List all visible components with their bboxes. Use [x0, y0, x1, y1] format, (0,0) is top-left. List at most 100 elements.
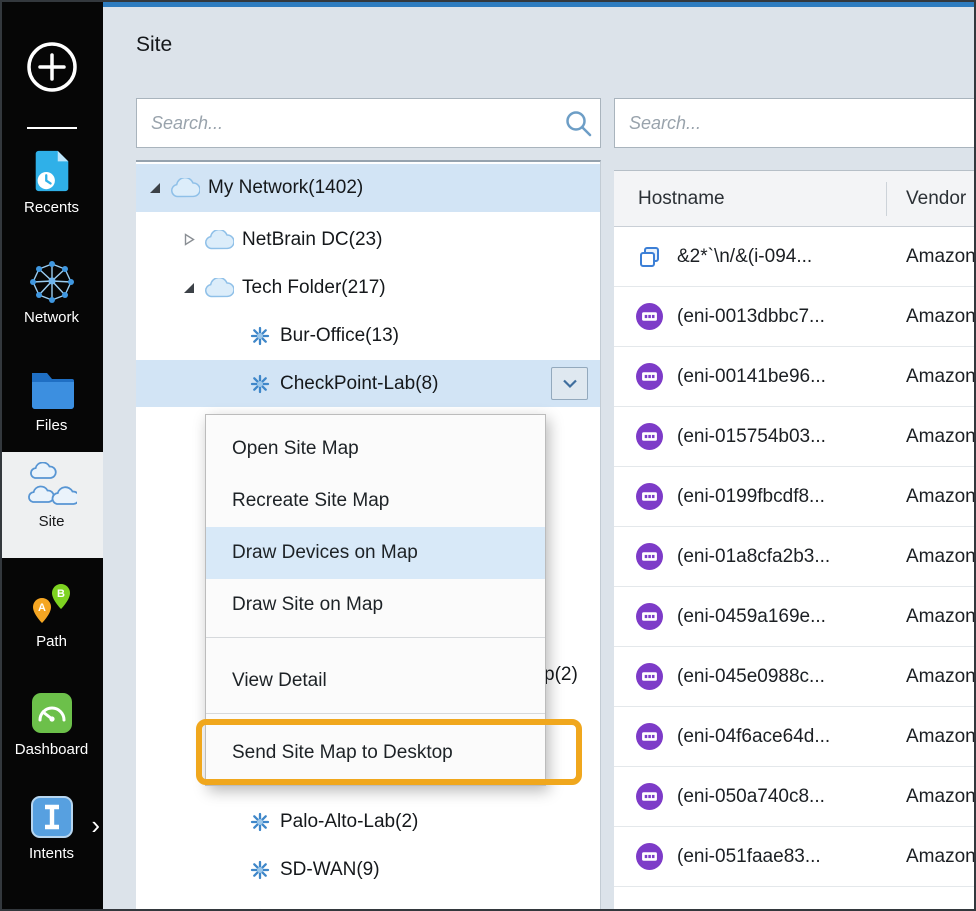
- collapse-arrow-icon[interactable]: [180, 233, 198, 246]
- tree-item-netbrain-dc[interactable]: NetBrain DC(23): [136, 216, 600, 263]
- table-row[interactable]: (eni-0459a169e... Amazon: [614, 587, 976, 647]
- hostname-cell: (eni-01a8cfa2b3...: [677, 545, 831, 567]
- intents-icon: [29, 792, 75, 842]
- hostname-cell: (eni-00141be96...: [677, 365, 826, 387]
- site-node-icon: [250, 374, 270, 394]
- column-header-hostname[interactable]: Hostname: [614, 188, 725, 210]
- vendor-cell: Amazon: [906, 845, 976, 867]
- interface-icon: [636, 783, 663, 810]
- site-context-menu: Open Site Map Recreate Site Map Draw Dev…: [205, 414, 546, 786]
- interface-icon: [636, 543, 663, 570]
- interface-icon: [636, 663, 663, 690]
- sidebar-item-dashboard[interactable]: Dashboard: [0, 688, 103, 784]
- vendor-cell: Amazon: [906, 365, 976, 387]
- menu-item-draw-devices-on-map[interactable]: Draw Devices on Map: [206, 527, 545, 579]
- menu-item-draw-site-on-map[interactable]: Draw Site on Map: [206, 579, 545, 631]
- site-search-input[interactable]: [137, 112, 556, 134]
- hostname-cell: (eni-050a740c8...: [677, 785, 825, 807]
- menu-item-open-site-map[interactable]: Open Site Map: [206, 423, 545, 475]
- vendor-cell: Amazon: [906, 725, 976, 747]
- expand-arrow-icon[interactable]: [180, 282, 198, 293]
- sidebar-item-label: Path: [36, 633, 67, 650]
- hostname-cell: (eni-04f6ace64d...: [677, 725, 831, 747]
- sidebar-item-files[interactable]: Files: [0, 364, 103, 460]
- app-window: Recents Network Files Site B A Path Dash…: [0, 0, 976, 911]
- cloud-icon: [170, 178, 200, 198]
- tree-item-label: CheckPoint-Lab(8): [280, 372, 439, 394]
- svg-text:A: A: [38, 602, 46, 614]
- svg-text:B: B: [57, 588, 65, 600]
- table-row[interactable]: (eni-015754b03... Amazon: [614, 407, 976, 467]
- path-icon: B A: [29, 580, 75, 630]
- tree-item-checkpoint-lab[interactable]: CheckPoint-Lab(8): [136, 360, 600, 407]
- table-row[interactable]: (eni-051faae83... Amazon: [614, 827, 976, 887]
- interface-icon: [636, 843, 663, 870]
- tree-item-label: NetBrain DC(23): [242, 228, 383, 250]
- sidebar-item-network[interactable]: Network: [0, 256, 103, 352]
- table-row[interactable]: (eni-04f6ace64d... Amazon: [614, 707, 976, 767]
- sidebar-item-label: Dashboard: [14, 741, 89, 758]
- sidebar: Recents Network Files Site B A Path Dash…: [0, 0, 103, 911]
- site-node-icon: [250, 326, 270, 346]
- site-dropdown-button[interactable]: [551, 367, 588, 400]
- menu-item-label: Recreate Site Map: [232, 490, 390, 511]
- tree-item-fragment[interactable]: p(2): [544, 664, 578, 686]
- hostname-cell: (eni-051faae83...: [677, 845, 821, 867]
- table-header-row: Hostname Vendor: [614, 171, 976, 227]
- search-icon[interactable]: [556, 108, 600, 138]
- menu-item-send-site-map-to-desktop[interactable]: Send Site Map to Desktop: [206, 727, 545, 779]
- device-search-box: [614, 98, 976, 148]
- tree-item-vmware[interactable]: VMware(147): [136, 894, 600, 911]
- vendor-cell: Amazon: [906, 425, 976, 447]
- tree-item-tech-folder[interactable]: Tech Folder(217): [136, 264, 600, 311]
- site-search-box: [136, 98, 601, 148]
- vendor-cell: Amazon: [906, 665, 976, 687]
- sidebar-item-label: Files: [35, 417, 68, 434]
- sidebar-item-path[interactable]: B A Path: [0, 580, 103, 676]
- table-row[interactable]: &2*`\n/&(i-094... Amazon: [614, 227, 976, 287]
- device-search-input[interactable]: [615, 112, 976, 134]
- tree-item-palo-alto-lab[interactable]: Palo-Alto-Lab(2): [136, 798, 600, 845]
- tree-item-label: Bur-Office(13): [280, 324, 399, 346]
- hostname-cell: (eni-015754b03...: [677, 425, 826, 447]
- add-button[interactable]: [25, 40, 79, 94]
- menu-item-label: Open Site Map: [232, 438, 359, 459]
- hostname-cell: (eni-0459a169e...: [677, 605, 826, 627]
- vendor-cell: Amazon: [906, 305, 976, 327]
- sidebar-item-label: Network: [23, 309, 79, 326]
- recents-icon: [30, 146, 74, 196]
- tree-item-label: Tech Folder(217): [242, 276, 386, 298]
- table-row[interactable]: (eni-0199fbcdf8... Amazon: [614, 467, 976, 527]
- chevron-right-icon[interactable]: ›: [91, 812, 100, 838]
- menu-item-label: Draw Devices on Map: [232, 542, 418, 563]
- tree-item-label: SD-WAN(9): [280, 858, 380, 880]
- table-row[interactable]: (eni-00141be96... Amazon: [614, 347, 976, 407]
- network-icon: [29, 256, 75, 306]
- menu-item-recreate-site-map[interactable]: Recreate Site Map: [206, 475, 545, 527]
- tree-item-sd-wan[interactable]: SD-WAN(9): [136, 846, 600, 893]
- hostname-cell: &2*`\n/&(i-094...: [677, 245, 813, 267]
- vendor-cell: Amazon: [906, 605, 976, 627]
- site-icon: [27, 460, 77, 510]
- menu-item-label: View Detail: [232, 670, 327, 691]
- sidebar-item-recents[interactable]: Recents: [0, 146, 103, 242]
- column-header-vendor[interactable]: Vendor: [906, 188, 966, 210]
- table-row[interactable]: (eni-01a8cfa2b3... Amazon: [614, 527, 976, 587]
- table-row[interactable]: (eni-0013dbbc7... Amazon: [614, 287, 976, 347]
- expand-arrow-icon[interactable]: [146, 183, 164, 193]
- table-row[interactable]: (eni-050a740c8... Amazon: [614, 767, 976, 827]
- vendor-cell: Amazon: [906, 785, 976, 807]
- cloud-icon: [204, 229, 234, 250]
- sidebar-item-label: Site: [38, 513, 65, 530]
- menu-item-label: Send Site Map to Desktop: [232, 742, 453, 763]
- menu-item-view-detail[interactable]: View Detail: [206, 655, 545, 707]
- sidebar-item-site[interactable]: Site: [0, 452, 103, 558]
- sidebar-item-intents[interactable]: Intents ›: [0, 792, 103, 888]
- tree-item-bur-office[interactable]: Bur-Office(13): [136, 312, 600, 359]
- plus-circle-icon: [25, 42, 79, 97]
- table-row[interactable]: (eni-045e0988c... Amazon: [614, 647, 976, 707]
- hostname-cell: (eni-0013dbbc7...: [677, 305, 825, 327]
- tree-item-my-network[interactable]: My Network(1402): [136, 164, 600, 212]
- tree-item-label: My Network(1402): [208, 177, 364, 198]
- chevron-down-icon: [562, 373, 578, 395]
